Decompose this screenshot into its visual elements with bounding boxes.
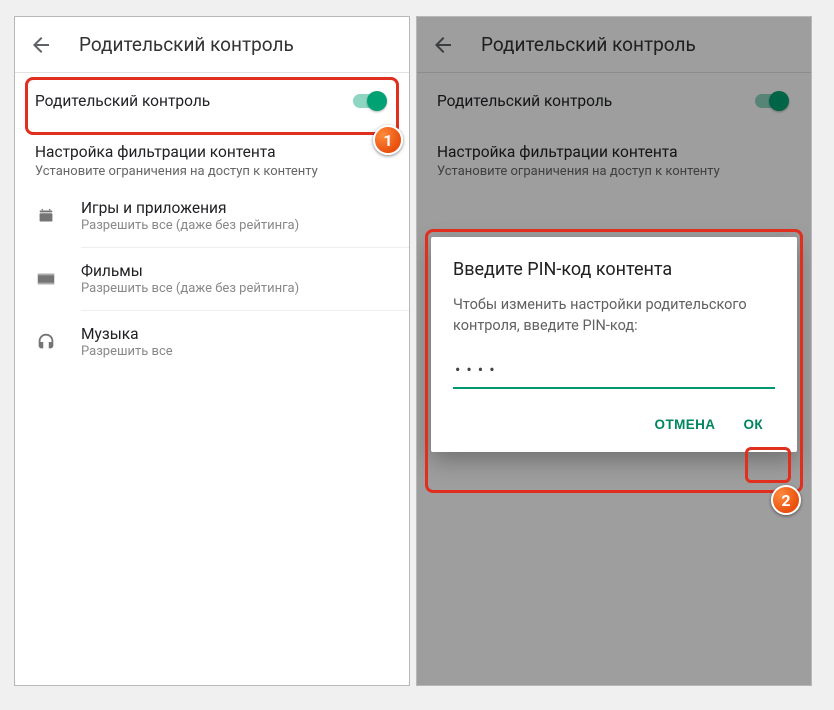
- item-title: Игры и приложения: [81, 199, 299, 217]
- page-title: Родительский контроль: [79, 33, 294, 56]
- dialog-title: Введите PIN-код контента: [453, 259, 775, 280]
- screen-right: Родительский контроль Родительский контр…: [416, 16, 812, 686]
- item-title: Фильмы: [81, 262, 299, 280]
- screen-left: Родительский контроль Родительский контр…: [14, 16, 410, 686]
- section-sub: Установите ограничения на доступ к конте…: [35, 163, 389, 181]
- section-heading: Настройка фильтрации контента: [35, 143, 389, 161]
- toggle-label: Родительский контроль: [35, 92, 210, 110]
- list-item-music[interactable]: Музыка Разрешить все: [15, 311, 409, 373]
- list-item-movies[interactable]: Фильмы Разрешить все (даже без рейтинга): [15, 248, 409, 310]
- step-badge-2: 2: [771, 485, 801, 515]
- parental-control-toggle-row[interactable]: Родительский контроль: [15, 73, 409, 129]
- filter-section: Настройка фильтрации контента Установите…: [15, 129, 409, 185]
- item-sub: Разрешить все (даже без рейтинга): [81, 218, 299, 233]
- dialog-body: Чтобы изменить настройки родительского к…: [453, 294, 775, 336]
- step-badge-1: 1: [373, 125, 403, 155]
- dialog-actions: ОТМЕНА ОК: [453, 407, 775, 442]
- back-arrow-icon[interactable]: [29, 33, 53, 57]
- headphones-icon: [35, 331, 57, 353]
- cancel-button[interactable]: ОТМЕНА: [643, 407, 728, 442]
- pin-input[interactable]: [453, 354, 775, 389]
- parental-control-switch[interactable]: [353, 91, 389, 111]
- ok-button[interactable]: ОК: [731, 407, 775, 442]
- pin-dialog: Введите PIN-код контента Чтобы изменить …: [431, 237, 797, 452]
- item-sub: Разрешить все (даже без рейтинга): [81, 281, 299, 296]
- android-icon: [35, 205, 57, 227]
- film-icon: [35, 268, 57, 290]
- item-title: Музыка: [81, 325, 173, 343]
- list-item-games[interactable]: Игры и приложения Разрешить все (даже бе…: [15, 185, 409, 247]
- item-sub: Разрешить все: [81, 344, 173, 359]
- appbar: Родительский контроль: [15, 17, 409, 73]
